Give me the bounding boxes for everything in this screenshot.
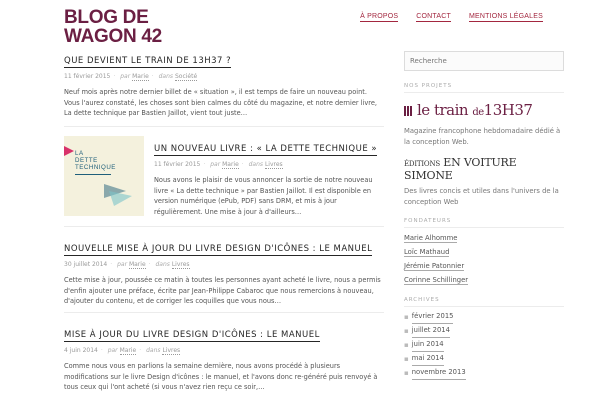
train-bars-icon: [404, 102, 413, 120]
bullet-icon: ▪: [404, 368, 409, 377]
post-meta: 11 février 2015 · par Marie · dans Société: [64, 73, 198, 81]
post-author[interactable]: Marie: [132, 73, 149, 81]
bullet-icon: ▪: [404, 354, 409, 363]
post-category[interactable]: Société: [174, 73, 198, 81]
book-cover-image[interactable]: LA DETTE TECHNIQUE: [64, 136, 144, 216]
post-excerpt: Comme nous vous en parlions la semaine d…: [64, 362, 378, 391]
post-title[interactable]: MISE À JOUR DU LIVRE DESIGN D'ICÔNES : L…: [64, 330, 320, 342]
post-category[interactable]: Livres: [171, 261, 190, 269]
post-title[interactable]: QUE DEVIENT LE TRAIN DE 13H37 ?: [64, 56, 232, 68]
widget-title-founders: FONDATEURS: [404, 218, 564, 228]
post-author[interactable]: Marie: [128, 261, 146, 269]
founder-link[interactable]: Marie Alhomme: [404, 231, 564, 245]
post-excerpt: Nous avons le plaisir de vous annoncer l…: [154, 176, 373, 216]
post-1: QUE DEVIENT LE TRAIN DE 13H37 ? 11 févri…: [64, 48, 384, 119]
post-excerpt: Cette mise à jour, poussée ce matin à to…: [64, 276, 381, 305]
search-input[interactable]: [404, 51, 564, 71]
post-meta: 4 juin 2014 · par Marie · dans Livres: [64, 347, 181, 355]
post-meta: 11 février 2015 · par Marie · dans Livres: [154, 161, 283, 169]
cover-title: LA DETTE TECHNIQUE: [75, 150, 116, 171]
post-date: 11 février 2015: [64, 73, 111, 80]
founder-link[interactable]: Loïc Mathaud: [404, 245, 564, 259]
bullet-icon: ▪: [404, 326, 409, 335]
divider: [64, 126, 384, 127]
cover-rule: [75, 174, 111, 175]
archive-link[interactable]: ▪ février 2015: [404, 310, 564, 324]
sidebar: NOS PROJETS le train de13H37 Magazine fr…: [404, 48, 564, 380]
train-description: Magazine francophone hebdomadaire dédié …: [404, 127, 561, 146]
archive-link[interactable]: ▪ mai 2014: [404, 352, 564, 366]
post-category[interactable]: Livres: [264, 161, 283, 169]
post-excerpt: Neuf mois après notre dernier billet de …: [64, 88, 377, 117]
divider: [64, 312, 384, 313]
post-4: MISE À JOUR DU LIVRE DESIGN D'ICÔNES : L…: [64, 322, 384, 393]
post-3: NOUVELLE MISE À JOUR DU LIVRE DESIGN D'I…: [64, 236, 384, 307]
widget-title-projects: NOS PROJETS: [404, 83, 564, 93]
nav-about[interactable]: À PROPOS: [360, 13, 399, 22]
archive-link[interactable]: ▪ novembre 2013: [404, 366, 564, 380]
post-title[interactable]: UN NOUVEAU LIVRE : « LA DETTE TECHNIQUE …: [154, 144, 378, 156]
voiture-simone-description: Des livres concis et utiles dans l'unive…: [404, 187, 559, 206]
post-date: 4 juin 2014: [64, 347, 98, 354]
bullet-icon: ▪: [404, 340, 409, 349]
main-nav: À PROPOS CONTACT MENTIONS LÉGALES: [360, 13, 543, 22]
nav-contact[interactable]: CONTACT: [416, 13, 451, 22]
post-author[interactable]: Marie: [222, 161, 239, 169]
post-date: 11 février 2015: [154, 161, 201, 168]
post-meta: 30 juillet 2014 · par Marie · dans Livres: [64, 261, 190, 269]
site-title[interactable]: BLOG DE WAGON 42: [64, 8, 184, 46]
widget-title-archives: ARCHIVES: [404, 297, 564, 307]
archive-link[interactable]: ▪ juillet 2014: [404, 324, 564, 338]
founder-link[interactable]: Corinne Schillinger: [404, 273, 564, 287]
cover-graphic: [64, 136, 144, 216]
archive-link[interactable]: ▪ juin 2014: [404, 338, 564, 352]
bullet-icon: ▪: [404, 312, 409, 321]
train-13h37-logo[interactable]: le train de13H37: [404, 101, 564, 122]
post-title[interactable]: NOUVELLE MISE À JOUR DU LIVRE DESIGN D'I…: [64, 244, 373, 256]
post-category[interactable]: Livres: [162, 347, 181, 355]
divider: [64, 226, 384, 227]
post-date: 30 juillet 2014: [64, 261, 108, 268]
founder-link[interactable]: Jérémie Patonnier: [404, 259, 564, 273]
post-2: UN NOUVEAU LIVRE : « LA DETTE TECHNIQUE …: [154, 136, 384, 217]
post-author[interactable]: Marie: [119, 347, 137, 355]
nav-legal[interactable]: MENTIONS LÉGALES: [469, 13, 543, 22]
voiture-simone-logo[interactable]: ÉDITIONS EN VOITURE SIMONE: [404, 156, 564, 182]
